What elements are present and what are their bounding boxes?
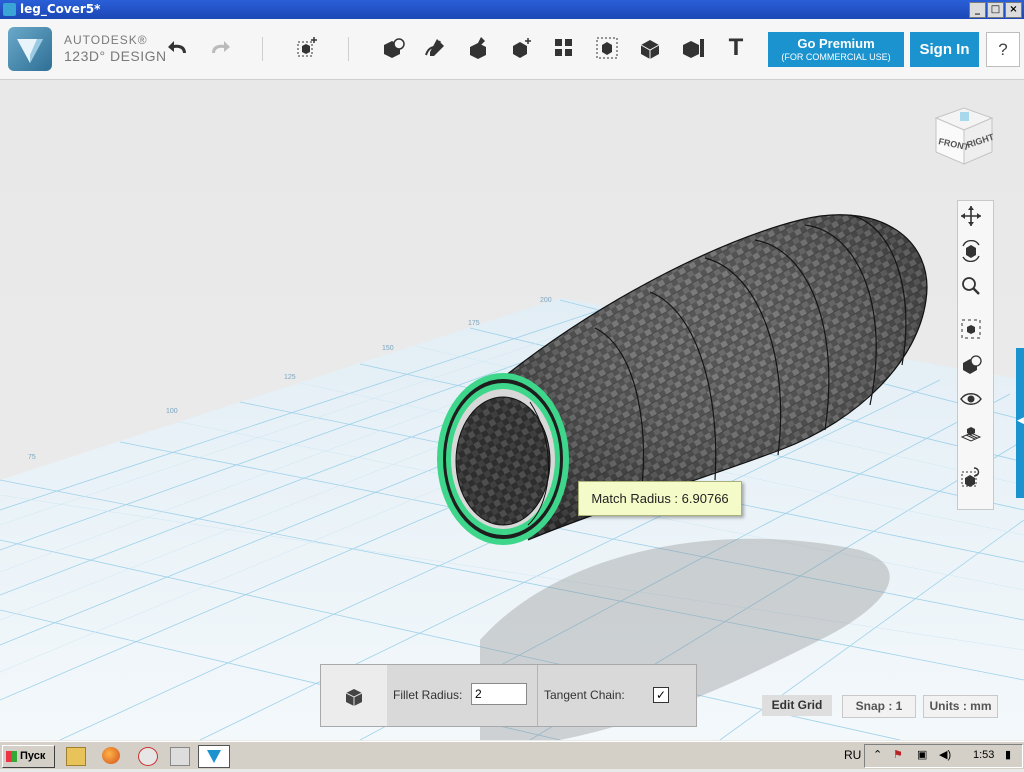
- grid-label: 100: [166, 408, 178, 415]
- brand-logo: AUTODESK® 123D° DESIGN: [64, 33, 167, 64]
- text-tool-icon[interactable]: T: [719, 31, 753, 65]
- grid-label: 150: [382, 345, 394, 352]
- app-icon: [3, 3, 16, 16]
- transform-icon[interactable]: [290, 31, 324, 65]
- toolbar-separator: [262, 37, 263, 61]
- firefox-icon[interactable]: [102, 747, 120, 764]
- snap-icon[interactable]: [960, 466, 991, 496]
- grid-label: 200: [540, 297, 552, 304]
- orbit-icon[interactable]: [960, 240, 991, 270]
- brand-top: AUTODESK®: [64, 33, 148, 47]
- grid-label: 175: [468, 320, 480, 327]
- window-controls: _ □ ×: [969, 2, 1022, 18]
- modify-icon[interactable]: [504, 31, 538, 65]
- primitives-icon[interactable]: [375, 31, 409, 65]
- help-button[interactable]: ?: [986, 32, 1020, 67]
- construct-icon[interactable]: [461, 31, 495, 65]
- grid-label: 125: [284, 374, 296, 381]
- main-toolbar: AUTODESK® 123D° DESIGN T Go Premium (FOR…: [0, 19, 1024, 80]
- system-tray: ⌃ ⚑ ▣ ◀) 1:53 ▮: [864, 744, 1023, 768]
- window-title: leg_Cover5*: [20, 2, 101, 16]
- side-panel-tab[interactable]: ◀: [1016, 348, 1024, 498]
- pan-icon[interactable]: [960, 205, 991, 235]
- fillet-panel: Fillet Radius: Tangent Chain: ✓: [320, 664, 697, 727]
- grid-view-icon[interactable]: [960, 423, 991, 453]
- fit-view-icon[interactable]: [960, 318, 991, 348]
- premium-label: Go Premium: [797, 36, 875, 51]
- fillet-radius-input[interactable]: [471, 683, 527, 705]
- tangent-chain-label: Tangent Chain:: [544, 688, 625, 702]
- brand-bottom: 123D° DESIGN: [64, 48, 167, 64]
- title-bar: leg_Cover5* _ □ ×: [0, 0, 1024, 19]
- start-button[interactable]: Пуск: [2, 745, 55, 768]
- sketch-icon[interactable]: [418, 31, 452, 65]
- combine-icon[interactable]: [633, 31, 667, 65]
- 3d-viewport[interactable]: 75 100 125 150 175 200 Match Radius: 6.…: [0, 80, 1024, 740]
- tray-network-icon[interactable]: ▣: [917, 748, 927, 761]
- snap-button[interactable]: Snap : 1: [842, 695, 916, 718]
- visibility-icon[interactable]: [960, 388, 991, 418]
- 123d-design-task-icon[interactable]: [198, 745, 230, 768]
- language-indicator[interactable]: RU: [844, 748, 861, 762]
- sign-in-button[interactable]: Sign In: [910, 32, 979, 67]
- grid-label: 75: [28, 454, 36, 461]
- scene-canvas: 75 100 125 150 175 200: [0, 80, 1024, 740]
- undo-icon[interactable]: [161, 31, 195, 65]
- toolbar-separator: [348, 37, 349, 61]
- windows-logo-icon: [6, 751, 17, 762]
- fillet-tool-icon: [321, 665, 387, 726]
- app-menu-logo-icon[interactable]: [8, 27, 52, 71]
- match-radius-tooltip: Match Radius : 6.90766: [578, 481, 742, 516]
- fillet-radius-label: Fillet Radius:: [393, 688, 463, 702]
- maximize-button[interactable]: □: [987, 2, 1004, 18]
- materials-icon[interactable]: [960, 353, 991, 383]
- tray-expand-icon[interactable]: ⌃: [873, 748, 882, 761]
- units-button[interactable]: Units : mm: [923, 695, 998, 718]
- redo-icon[interactable]: [203, 31, 237, 65]
- minimize-button[interactable]: _: [969, 2, 986, 18]
- view-cube[interactable]: FRONT RIGHT: [930, 98, 1000, 170]
- windows-taskbar: Пуск RU ⌃ ⚑ ▣ ◀) 1:53 ▮: [0, 741, 1024, 769]
- show-desktop-icon[interactable]: ▮: [1005, 748, 1011, 761]
- go-premium-button[interactable]: Go Premium (FOR COMMERCIAL USE): [768, 32, 904, 67]
- app-icon[interactable]: [170, 747, 190, 766]
- premium-sublabel: (FOR COMMERCIAL USE): [781, 52, 891, 62]
- navigation-bar: [957, 200, 994, 510]
- start-label: Пуск: [20, 750, 46, 762]
- edit-grid-button[interactable]: Edit Grid: [762, 695, 832, 716]
- pattern-icon[interactable]: [547, 31, 581, 65]
- explorer-icon[interactable]: [66, 747, 86, 766]
- measure-icon[interactable]: [676, 31, 710, 65]
- tangent-chain-checkbox[interactable]: ✓: [653, 687, 669, 703]
- app-icon[interactable]: [138, 747, 158, 766]
- grouping-icon[interactable]: [590, 31, 624, 65]
- tray-flag-icon[interactable]: ⚑: [893, 748, 903, 761]
- tray-volume-icon[interactable]: ◀): [939, 748, 951, 761]
- clock[interactable]: 1:53: [973, 749, 994, 761]
- panel-divider: [537, 665, 538, 726]
- zoom-icon[interactable]: [960, 275, 991, 305]
- close-button[interactable]: ×: [1005, 2, 1022, 18]
